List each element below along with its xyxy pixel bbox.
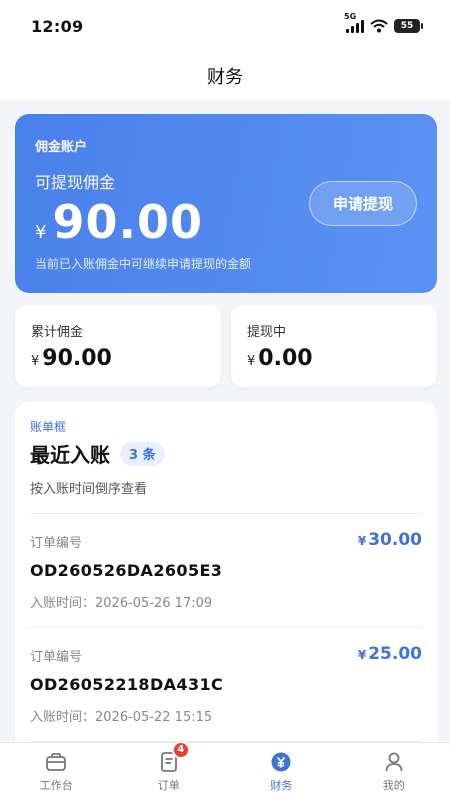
withdrawing-value: 0.00 [258,346,313,371]
entry-amount: ¥25.00 [358,644,422,664]
withdrawable-value: 90.00 [52,195,203,249]
tab-workbench[interactable]: 工作台 [0,743,113,800]
network-type: 5G [344,12,357,21]
tab-label: 财务 [270,778,293,792]
workbench-icon [45,751,67,773]
entry-amount-value: 30.00 [368,530,422,550]
total-commission-card: 累计佣金 ¥ 90.00 [15,305,221,387]
wifi-icon [370,19,388,33]
recent-entries-card: 账单框 最近入账 3 条 按入账时间倒序查看 订单编号 OD260526DA26… [15,402,437,762]
withdrawing-card: 提现中 ¥ 0.00 [231,305,437,387]
currency-symbol: ¥ [247,354,256,369]
cellular-signal-icon: 5G [344,12,364,33]
status-bar: 12:09 5G 55 [0,0,450,52]
nav-bar: 财务 [0,52,450,100]
total-commission-amount: ¥ 90.00 [31,346,205,371]
order-count-badge: 4 [171,740,190,759]
status-icons: 5G 55 [344,12,423,33]
bill-description: 按入账时间倒序查看 [30,482,148,497]
account-label: 佣金账户 [35,140,88,155]
tab-finance[interactable]: 财务 [225,743,338,800]
order-id: OD260526DA2605E3 [30,561,223,580]
battery-level: 55 [400,21,414,31]
bill-title: 最近入账 [30,443,110,467]
battery-icon: 55 [394,19,423,33]
withdrawable-hint: 当前已入账佣金中可继续申请提现的金额 [35,257,252,271]
commission-account-card: 佣金账户 可提现佣金 ¥ 90.00 当前已入账佣金中可继续申请提现的金额 申请… [15,114,437,293]
entry-amount-value: 25.00 [368,644,422,664]
tab-profile[interactable]: 我的 [338,743,450,800]
currency-symbol: ¥ [357,648,367,662]
apply-withdraw-button[interactable]: 申请提现 [309,181,417,226]
tab-label: 工作台 [39,778,73,792]
entry-count-badge: 3 条 [120,441,165,466]
entry-time: 入账时间：2026-05-22 15:15 [30,710,213,725]
withdrawing-label: 提现中 [247,325,287,340]
order-id: OD26052218DA431C [30,675,224,694]
list-item[interactable]: 订单编号 OD260526DA2605E3 入账时间：2026-05-26 17… [30,514,422,628]
bottom-tab-bar: 工作台 4 订单 财务 我的 [0,740,450,800]
tab-label: 订单 [157,778,180,792]
finance-icon [270,751,292,773]
withdrawing-amount: ¥ 0.00 [247,346,421,371]
tab-label: 我的 [382,778,405,792]
status-time: 12:09 [31,16,84,36]
currency-symbol: ¥ [357,534,367,548]
bill-tag: 账单框 [30,420,67,434]
currency-symbol: ¥ [31,354,40,369]
profile-icon [383,751,405,773]
bill-header: 最近入账 3 条 [30,439,422,468]
currency-symbol: ¥ [35,222,47,243]
entry-amount: ¥30.00 [358,530,422,550]
total-commission-value: 90.00 [42,346,112,371]
order-icon: 4 [158,740,190,773]
total-commission-label: 累计佣金 [31,325,84,340]
list-item[interactable]: 订单编号 OD26052218DA431C 入账时间：2026-05-22 15… [30,628,422,742]
page-title: 财务 [207,67,243,88]
tab-orders[interactable]: 4 订单 [113,740,226,800]
entry-time: 入账时间：2026-05-26 17:09 [30,596,213,611]
